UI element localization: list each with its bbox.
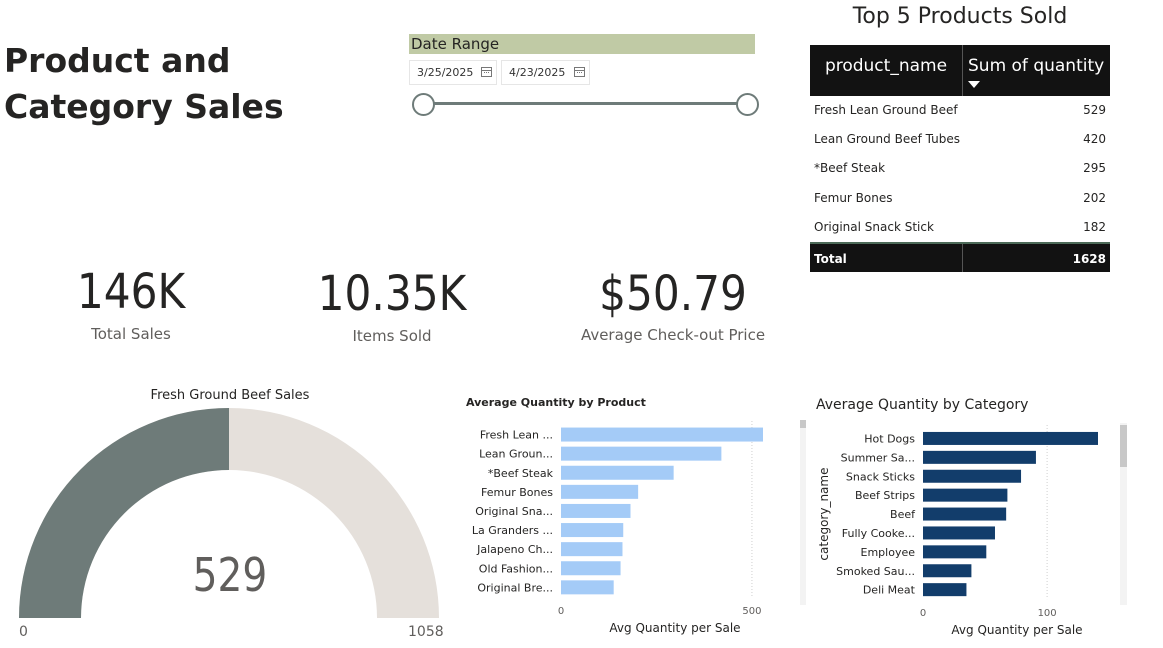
x-axis-label: Avg Quantity per Sale	[609, 621, 740, 635]
category-label: Original Bre...	[477, 581, 553, 594]
bar[interactable]	[923, 450, 1036, 464]
quantity-cell: 202	[1083, 190, 1106, 205]
category-label: Original Sna...	[475, 505, 553, 518]
start-date-input[interactable]: 3/25/2025	[409, 60, 497, 85]
category-label: La Granders ...	[472, 524, 553, 537]
category-label: Smoked Sau...	[836, 565, 915, 578]
calendar-icon[interactable]	[481, 67, 492, 77]
category-label: Deli Meat	[863, 584, 916, 597]
y-axis-label: category_name	[817, 468, 831, 561]
bar[interactable]	[923, 545, 987, 559]
x-tick-label: 0	[558, 606, 564, 617]
gauge-value: 529	[192, 548, 268, 602]
product-chart-scrollbar[interactable]	[800, 420, 806, 605]
table-total-value: 1628	[1072, 251, 1106, 266]
quantity-cell: 295	[1083, 161, 1106, 176]
table-row[interactable]: Femur Bones 202	[810, 184, 1110, 213]
start-date-value: 3/25/2025	[417, 66, 474, 79]
x-tick-label: 0	[920, 608, 926, 619]
category-chart-scrollbar[interactable]	[1120, 423, 1127, 605]
category-label: Fresh Lean ...	[480, 429, 553, 442]
column-header-sum-quantity-label: Sum of quantity	[968, 56, 1105, 76]
bar[interactable]	[561, 580, 614, 595]
category-bar-chart[interactable]: 0 100 Hot Dogs Summer Sa... Snack Sticks Beef…	[810, 415, 1120, 645]
product-bar-chart[interactable]: 0 500 Fresh Lean ... Lean Groun... *Beef Ste…	[440, 415, 790, 645]
category-label: Beef Strips	[855, 489, 915, 502]
bar[interactable]	[923, 526, 995, 540]
bar[interactable]	[923, 469, 1022, 483]
category-label: *Beef Steak	[488, 467, 554, 480]
gauge-min-label: 0	[19, 624, 28, 640]
product-chart-title: Average Quantity by Product	[466, 396, 646, 409]
kpi-avg-checkout-label: Average Check-out Price	[580, 326, 766, 344]
page-title-line2: Category Sales	[4, 87, 284, 126]
bar[interactable]	[923, 507, 1007, 521]
bar[interactable]	[561, 523, 624, 538]
category-chart-title: Average Quantity by Category	[816, 397, 1029, 413]
category-chart-scroll-thumb[interactable]	[1120, 425, 1127, 467]
category-label: Fully Cooke...	[842, 527, 915, 540]
table-row[interactable]: Original Snack Stick 182	[810, 213, 1110, 242]
kpi-items-sold-label: Items Sold	[352, 327, 432, 345]
calendar-icon[interactable]	[574, 67, 585, 77]
table-total-label: Total	[810, 243, 963, 272]
product-chart-scroll-thumb[interactable]	[800, 420, 806, 428]
bar[interactable]	[923, 431, 1098, 445]
quantity-cell: 182	[1083, 219, 1106, 234]
product-name-cell: Fresh Lean Ground Beef	[814, 103, 958, 117]
top-products-title: Top 5 Products Sold	[852, 4, 1068, 29]
page-title-line1: Product and	[4, 41, 231, 80]
product-name-cell: *Beef Steak	[814, 161, 886, 176]
bar[interactable]	[561, 427, 763, 442]
category-label: Lean Groun...	[479, 448, 553, 461]
bar[interactable]	[561, 446, 722, 461]
date-slider-start-handle[interactable]	[412, 93, 435, 116]
x-tick-label: 500	[742, 606, 761, 617]
table-header: product_name Sum of quantity	[810, 45, 1110, 96]
x-tick-label: 100	[1038, 608, 1057, 619]
date-slider-end-handle[interactable]	[736, 93, 759, 116]
quantity-cell: 529	[1083, 103, 1106, 117]
date-range-slider-track[interactable]	[423, 102, 747, 105]
kpi-avg-checkout-value: $50.79	[599, 266, 747, 322]
table-row[interactable]: *Beef Steak 295	[810, 154, 1110, 183]
bar[interactable]	[561, 465, 674, 480]
kpi-total-sales-value: 146K	[76, 264, 186, 320]
bar[interactable]	[923, 583, 967, 597]
page-title: Product and Category Sales	[4, 38, 284, 130]
table-row[interactable]: Lean Ground Beef Tubes 420	[810, 125, 1110, 154]
bar[interactable]	[561, 542, 623, 557]
kpi-total-sales-label: Total Sales	[91, 325, 171, 343]
x-axis-label: Avg Quantity per Sale	[951, 623, 1082, 637]
bar[interactable]	[561, 503, 631, 518]
column-header-sum-quantity[interactable]: Sum of quantity	[963, 45, 1110, 96]
product-name-cell: Femur Bones	[814, 190, 893, 205]
product-name-cell: Original Snack Stick	[814, 219, 934, 234]
end-date-input[interactable]: 4/23/2025	[501, 60, 590, 85]
end-date-value: 4/23/2025	[509, 66, 566, 79]
category-label: Jalapeno Ch...	[476, 543, 553, 556]
bar[interactable]	[561, 561, 621, 576]
table-row[interactable]: Fresh Lean Ground Beef 529	[810, 96, 1110, 125]
category-label: Summer Sa...	[841, 451, 915, 464]
table-body: Fresh Lean Ground Beef 529 Lean Ground Bee…	[810, 96, 1110, 242]
category-label: Femur Bones	[481, 486, 553, 499]
category-label: Beef	[890, 508, 916, 521]
bar[interactable]	[561, 484, 639, 499]
product-name-cell: Lean Ground Beef Tubes	[814, 132, 960, 147]
date-range-header: Date Range	[409, 34, 755, 54]
bar[interactable]	[923, 564, 972, 578]
category-label: Hot Dogs	[864, 432, 915, 445]
category-label: Old Fashion...	[479, 562, 553, 575]
sort-descending-icon	[968, 81, 980, 88]
gauge-max-label: 1058	[408, 624, 444, 640]
category-label: Employee	[861, 546, 916, 559]
quantity-cell: 420	[1083, 132, 1106, 147]
table-total-row: Total 1628	[810, 241, 1110, 272]
column-header-product-name[interactable]: product_name	[810, 45, 963, 96]
top-products-table: product_name Sum of quantity Fresh Lean …	[810, 45, 1110, 272]
category-label: Snack Sticks	[846, 470, 915, 483]
kpi-items-sold-value: 10.35K	[317, 266, 467, 322]
bar[interactable]	[923, 488, 1008, 502]
